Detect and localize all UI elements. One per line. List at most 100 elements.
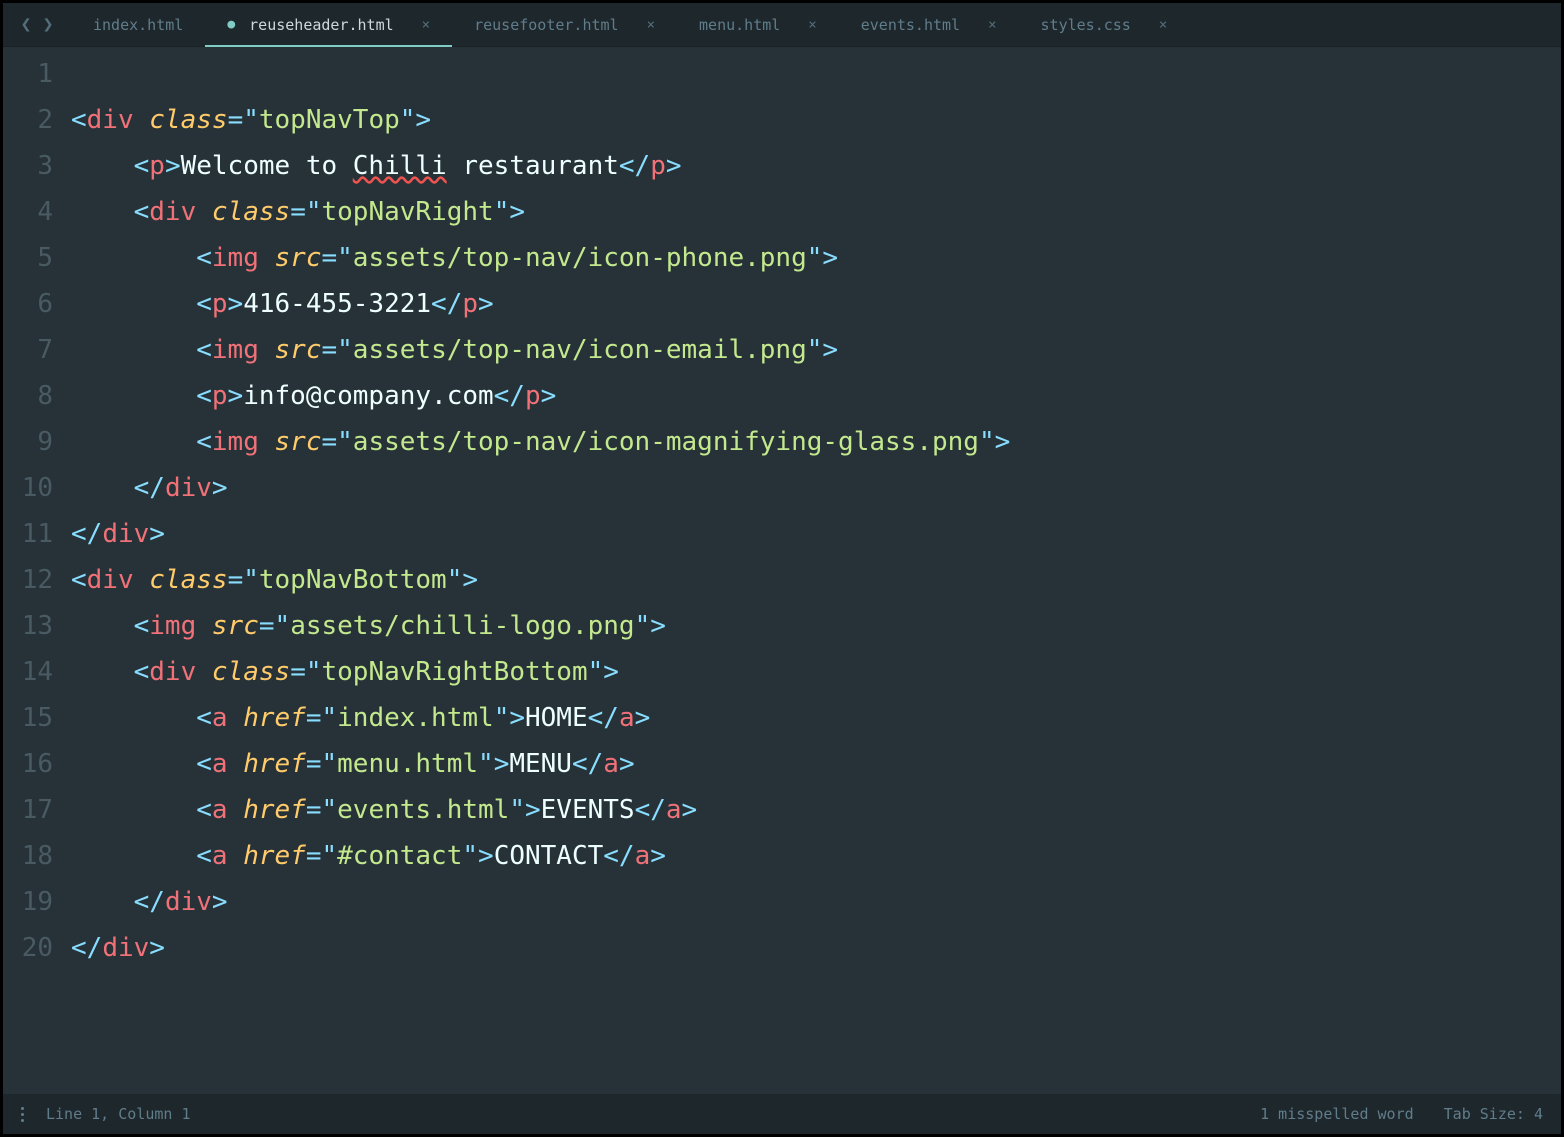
token-punct: < [196,749,212,779]
token-txt: Welcome to [181,151,353,181]
code-line[interactable]: <p>Welcome to Chilli restaurant</p> [71,143,1561,189]
token-punct: </ [431,289,462,319]
token-punct: " [588,657,604,687]
token-punct: < [196,381,212,411]
token-txt: EVENTS [541,795,635,825]
token-txt: Chilli [353,151,447,181]
status-bar: Line 1, Column 1 1 misspelled word Tab S… [3,1094,1561,1134]
tab-size-status[interactable]: Tab Size: 4 [1444,1105,1543,1123]
tab-events-html[interactable]: events.html × [839,3,1019,46]
code-line[interactable] [71,51,1561,97]
token-punct: > [149,933,165,963]
token-punct: = [290,197,306,227]
token-punct: < [71,565,87,595]
token-txt [228,703,244,733]
code-line[interactable]: <div class="topNavTop"> [71,97,1561,143]
line-number: 5 [3,235,53,281]
token-punct: " [321,749,337,779]
token-punct: < [196,289,212,319]
code-line[interactable]: <p>info@company.com</p> [71,373,1561,419]
code-line[interactable]: <img src="assets/top-nav/icon-phone.png"… [71,235,1561,281]
token-punct: = [321,335,337,365]
token-punct: = [306,795,322,825]
code-line[interactable]: <a href="index.html">HOME</a> [71,695,1561,741]
token-tagnm: p [650,151,666,181]
code-line[interactable]: <a href="events.html">EVENTS</a> [71,787,1561,833]
token-punct: = [306,703,322,733]
code-line[interactable]: <img src="assets/chilli-logo.png"> [71,603,1561,649]
close-icon[interactable]: × [808,17,816,33]
token-punct: " [321,795,337,825]
token-string: assets/top-nav/icon-magnifying-glass.png [353,427,979,457]
line-number: 19 [3,879,53,925]
token-tagnm: a [635,841,651,871]
code-content[interactable]: <div class="topNavTop"> <p>Welcome to Ch… [71,51,1561,1094]
token-punct: " [494,703,510,733]
token-punct: < [196,427,212,457]
token-punct: " [337,427,353,457]
tab-label: menu.html [699,16,780,34]
tab-index-html[interactable]: index.html [71,3,205,46]
close-icon[interactable]: × [1159,17,1167,33]
code-line[interactable]: <div class="topNavRightBottom"> [71,649,1561,695]
token-punct: > [525,795,541,825]
line-number: 15 [3,695,53,741]
tab-reusefooter-html[interactable]: reusefooter.html× [452,3,677,46]
tab-reuseheader-html[interactable]: ●reuseheader.html× [205,3,452,46]
line-number: 9 [3,419,53,465]
modified-dot-icon: ● [227,17,235,32]
token-string: index.html [337,703,494,733]
token-punct: < [196,841,212,871]
close-icon[interactable]: × [988,17,996,33]
tab-menu-html[interactable]: menu.html × [677,3,839,46]
nav-back-icon[interactable]: ❮ [17,14,35,35]
token-punct: > [212,887,228,917]
token-attr: src [275,243,322,273]
spelling-status[interactable]: 1 misspelled word [1260,1105,1414,1123]
token-punct: < [196,335,212,365]
token-punct: = [228,105,244,135]
close-icon[interactable]: × [422,17,430,33]
token-txt [259,335,275,365]
code-line[interactable]: </div> [71,925,1561,971]
token-punct: > [149,519,165,549]
tab-styles-css[interactable]: styles.css× [1019,3,1190,46]
code-line[interactable]: </div> [71,465,1561,511]
token-punct: " [447,565,463,595]
code-line[interactable]: <a href="menu.html">MENU</a> [71,741,1561,787]
token-punct: </ [494,381,525,411]
token-txt: restaurant [447,151,619,181]
editor-area[interactable]: 1234567891011121314151617181920 <div cla… [3,47,1561,1094]
token-punct: " [306,197,322,227]
nav-forward-icon[interactable]: ❯ [39,14,57,35]
token-punct: " [635,611,651,641]
code-line[interactable]: <div class="topNavBottom"> [71,557,1561,603]
code-line[interactable]: <img src="assets/top-nav/icon-email.png"… [71,327,1561,373]
token-punct: > [415,105,431,135]
line-number: 4 [3,189,53,235]
tab-label: events.html [861,16,960,34]
code-line[interactable]: <p>416-455-3221</p> [71,281,1561,327]
token-txt [134,105,150,135]
code-line[interactable]: </div> [71,511,1561,557]
token-punct: < [134,657,150,687]
token-punct: > [494,749,510,779]
token-punct: > [509,703,525,733]
token-punct: = [290,657,306,687]
token-punct: " [494,197,510,227]
line-number: 6 [3,281,53,327]
close-icon[interactable]: × [647,17,655,33]
token-punct: </ [603,841,634,871]
cursor-position[interactable]: Line 1, Column 1 [46,1105,191,1123]
code-line[interactable]: </div> [71,879,1561,925]
token-punct: = [321,243,337,273]
token-txt [259,427,275,457]
code-line[interactable]: <a href="#contact">CONTACT</a> [71,833,1561,879]
token-punct: " [243,565,259,595]
line-number: 14 [3,649,53,695]
token-punct: > [682,795,698,825]
code-line[interactable]: <div class="topNavRight"> [71,189,1561,235]
code-line[interactable]: <img src="assets/top-nav/icon-magnifying… [71,419,1561,465]
token-tagnm: div [149,197,196,227]
statusbar-menu-icon[interactable] [21,1107,24,1122]
